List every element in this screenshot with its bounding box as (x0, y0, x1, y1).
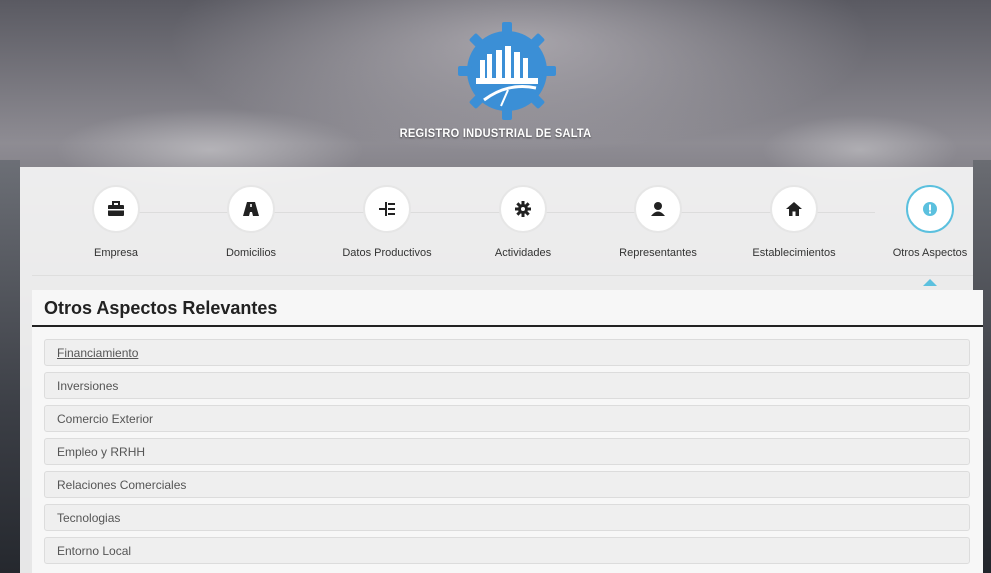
step-label: Actividades (494, 247, 552, 259)
step-label: Datos Productivos (342, 247, 432, 259)
step-label: Establecimientos (752, 247, 836, 259)
step-domicilios[interactable]: Domicilios (183, 185, 319, 259)
active-step-indicator (923, 279, 937, 286)
list-item-financiamiento[interactable]: Financiamiento (44, 339, 970, 366)
main-card: Empresa Domicilios Datos Productivos Act… (20, 167, 983, 573)
list-item-relaciones-comerciales[interactable]: Relaciones Comerciales (44, 471, 970, 498)
step-label: Empresa (93, 247, 139, 259)
aspects-list: Financiamiento Inversiones Comercio Exte… (44, 339, 970, 570)
step-wizard: Empresa Domicilios Datos Productivos Act… (32, 167, 967, 286)
section-divider (32, 325, 983, 327)
step-actividades[interactable]: Actividades (455, 185, 591, 259)
section-title: Otros Aspectos Relevantes (44, 298, 278, 318)
briefcase-icon (92, 185, 140, 233)
wizard-divider (32, 275, 973, 276)
factory-gear-logo (458, 22, 556, 120)
list-item-entorno-local[interactable]: Entorno Local (44, 537, 970, 564)
step-label: Domicilios (225, 247, 277, 259)
gear-icon (499, 185, 547, 233)
step-label: Representantes (619, 247, 697, 259)
step-otros-aspectos[interactable]: Otros Aspectos (862, 185, 991, 286)
exclamation-circle-icon (906, 185, 954, 233)
sitemap-icon (363, 185, 411, 233)
list-item-comercio-exterior[interactable]: Comercio Exterior (44, 405, 970, 432)
step-representantes[interactable]: Representantes (590, 185, 726, 259)
step-establecimientos[interactable]: Establecimientos (726, 185, 862, 259)
step-datos-productivos[interactable]: Datos Productivos (319, 185, 455, 259)
road-icon (227, 185, 275, 233)
list-item-empleo-rrhh[interactable]: Empleo y RRHH (44, 438, 970, 465)
otros-aspectos-panel: Otros Aspectos Relevantes Financiamiento… (32, 290, 983, 573)
list-item-tecnologias[interactable]: Tecnologias (44, 504, 970, 531)
step-empresa[interactable]: Empresa (48, 185, 184, 259)
brand-title: REGISTRO INDUSTRIAL DE SALTA (399, 126, 592, 140)
user-icon (634, 185, 682, 233)
home-icon (770, 185, 818, 233)
background-left-edge (0, 160, 20, 573)
list-item-inversiones[interactable]: Inversiones (44, 372, 970, 399)
step-label: Otros Aspectos (892, 247, 968, 259)
